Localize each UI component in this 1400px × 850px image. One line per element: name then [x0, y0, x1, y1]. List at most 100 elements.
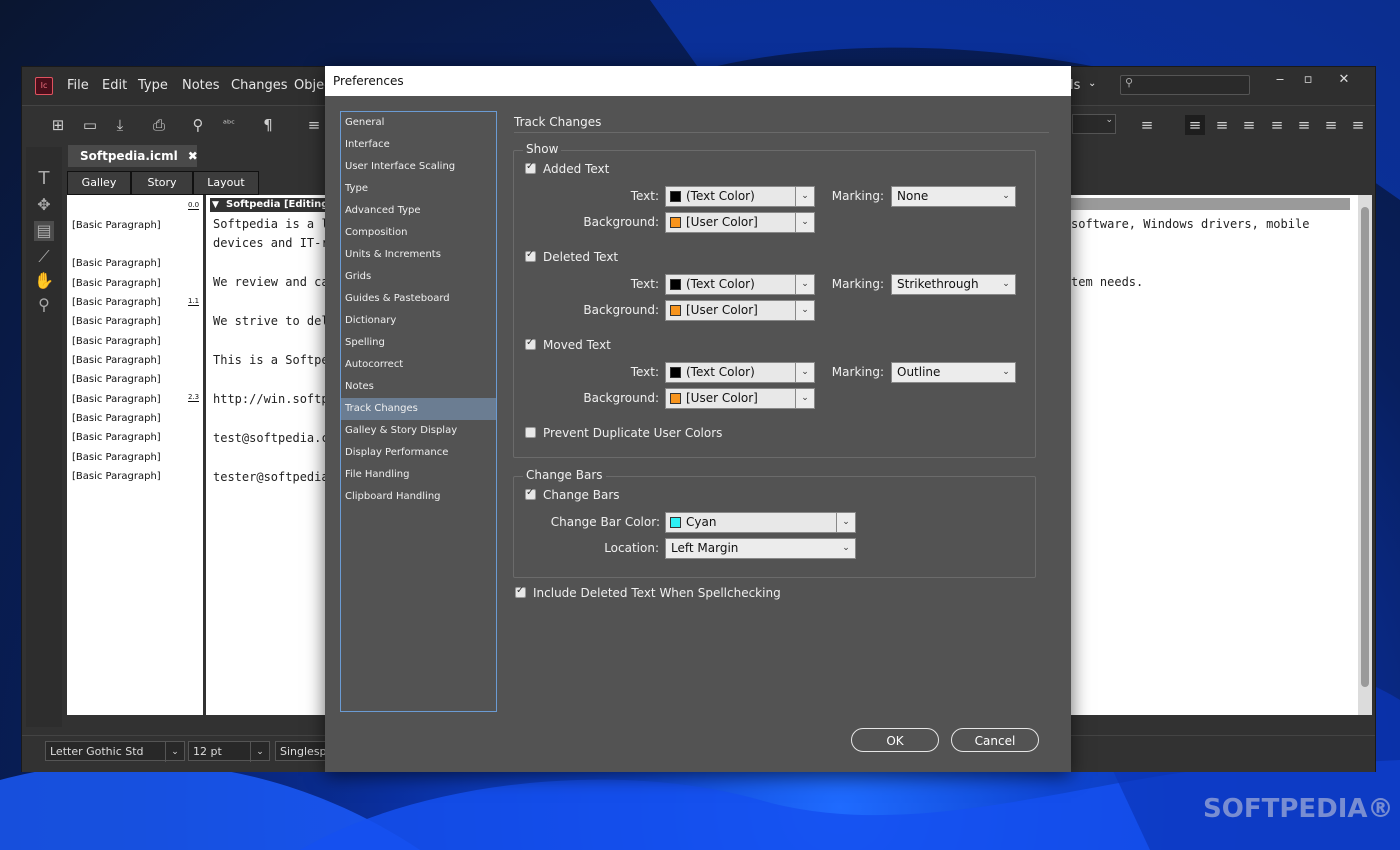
tab-story[interactable]: Story: [131, 171, 193, 195]
deleted-background-select[interactable]: [User Color] ⌄: [665, 300, 815, 321]
justify-all-icon[interactable]: ≡: [1348, 115, 1368, 135]
category-item[interactable]: Units & Increments: [341, 244, 496, 266]
print-icon[interactable]: ⎙: [149, 115, 169, 135]
category-item[interactable]: Dictionary: [341, 310, 496, 332]
type-tool-icon[interactable]: T: [34, 169, 54, 189]
style-label: [Basic Paragraph]: [72, 220, 161, 231]
menu-windows[interactable]: ls: [1070, 78, 1080, 93]
include-deleted-spellcheck-label: Include Deleted Text When Spellchecking: [533, 586, 781, 600]
justify-center-icon[interactable]: ≡: [1294, 115, 1314, 135]
open-icon[interactable]: ▭: [80, 115, 100, 135]
scrollbar-thumb[interactable]: [1361, 207, 1369, 687]
pilcrow-icon[interactable]: ¶: [258, 115, 278, 135]
spellcheck-icon[interactable]: ᵃᵇᶜ: [219, 115, 239, 135]
chevron-down-icon[interactable]: ⌄: [1088, 78, 1096, 89]
category-item[interactable]: Grids: [341, 266, 496, 288]
added-marking-label: Marking:: [831, 189, 884, 203]
category-item[interactable]: Interface: [341, 134, 496, 156]
category-item[interactable]: General: [341, 112, 496, 134]
close-window-button[interactable]: ✕: [1332, 71, 1356, 89]
ok-button[interactable]: OK: [851, 728, 939, 752]
prevent-duplicate-colors-checkbox[interactable]: [525, 427, 536, 438]
chevron-down-icon: ⌄: [997, 275, 1015, 294]
change-bar-location-select[interactable]: Left Margin ⌄: [665, 538, 856, 559]
collapse-triangle-icon[interactable]: ▼: [212, 198, 219, 212]
align-right-icon[interactable]: ≡: [1239, 115, 1259, 135]
menu-type[interactable]: Type: [138, 78, 168, 93]
search-input[interactable]: ⚲: [1120, 75, 1250, 95]
eyedropper-icon[interactable]: ⟋: [34, 247, 54, 267]
chevron-down-icon: ⌄: [795, 389, 814, 408]
added-marking-select[interactable]: None ⌄: [891, 186, 1016, 207]
menu-edit[interactable]: Edit: [102, 78, 127, 93]
document-tab[interactable]: Softpedia.icml ✖: [68, 145, 198, 167]
category-item[interactable]: Spelling: [341, 332, 496, 354]
change-bar-color-select[interactable]: Cyan ⌄: [665, 512, 856, 533]
category-item[interactable]: File Handling: [341, 464, 496, 486]
close-tab-icon[interactable]: ✖: [188, 149, 198, 163]
dialog-titlebar[interactable]: Preferences: [325, 66, 1071, 96]
hand-tool-icon[interactable]: ✋: [34, 271, 54, 291]
change-bar-color-label: Change Bar Color:: [550, 515, 660, 529]
find-icon[interactable]: ⚲: [188, 115, 208, 135]
added-text-color-select[interactable]: (Text Color) ⌄: [665, 186, 815, 207]
category-item[interactable]: Type: [341, 178, 496, 200]
moved-text-checkbox[interactable]: [525, 337, 536, 350]
category-item[interactable]: Galley & Story Display: [341, 420, 496, 442]
save-icon[interactable]: ⤓: [110, 115, 130, 135]
menu-changes[interactable]: Changes: [231, 78, 288, 93]
category-item[interactable]: Composition: [341, 222, 496, 244]
category-item[interactable]: Notes: [341, 376, 496, 398]
tab-layout[interactable]: Layout: [193, 171, 259, 195]
moved-background-select[interactable]: [User Color] ⌄: [665, 388, 815, 409]
added-background-select[interactable]: [User Color] ⌄: [665, 212, 815, 233]
style-label: [Basic Paragraph]: [72, 413, 161, 424]
zoom-tool-icon[interactable]: ⚲: [34, 295, 54, 315]
category-item[interactable]: Advanced Type: [341, 200, 496, 222]
category-item[interactable]: Guides & Pasteboard: [341, 288, 496, 310]
style-label: [Basic Paragraph]: [72, 394, 161, 405]
category-item[interactable]: User Interface Scaling: [341, 156, 496, 178]
app-logo-icon: Ic: [35, 77, 53, 95]
change-bars-group-title: Change Bars: [523, 468, 606, 482]
new-icon[interactable]: ⊞: [48, 115, 68, 135]
deleted-marking-select[interactable]: Strikethrough ⌄: [891, 274, 1016, 295]
story-line: We review and ca: [213, 275, 329, 289]
menu-notes[interactable]: Notes: [182, 78, 220, 93]
note-tool-icon[interactable]: ▤: [34, 221, 54, 241]
chevron-down-icon: ⌄: [836, 513, 855, 532]
tab-galley[interactable]: Galley: [67, 171, 131, 195]
moved-text-color-select[interactable]: (Text Color) ⌄: [665, 362, 815, 383]
cancel-button[interactable]: Cancel: [951, 728, 1039, 752]
chevron-down-icon: ⌄: [997, 187, 1015, 206]
align-center-icon[interactable]: ≡: [1212, 115, 1232, 135]
vertical-scrollbar[interactable]: [1358, 195, 1372, 715]
font-select[interactable]: Letter Gothic Std ⌄: [45, 741, 185, 762]
menu-file[interactable]: File: [67, 78, 89, 93]
document-tab-label: Softpedia.icml: [80, 149, 178, 163]
justify-left-icon[interactable]: ≡: [1267, 115, 1287, 135]
category-item[interactable]: Track Changes: [341, 398, 496, 420]
category-item[interactable]: Autocorrect: [341, 354, 496, 376]
align-left-icon[interactable]: ≡: [1185, 115, 1205, 135]
added-background-label: Background:: [583, 215, 659, 229]
style-select[interactable]: ⌄: [1072, 114, 1116, 134]
font-size-select[interactable]: 12 pt ⌄: [188, 741, 270, 762]
position-tool-icon[interactable]: ✥: [34, 195, 54, 215]
category-item[interactable]: Clipboard Handling: [341, 486, 496, 508]
include-deleted-spellcheck-checkbox[interactable]: [515, 585, 526, 598]
deleted-text-color-select[interactable]: (Text Color) ⌄: [665, 274, 815, 295]
minimize-button[interactable]: ‒: [1268, 71, 1292, 89]
category-item[interactable]: Display Performance: [341, 442, 496, 464]
added-text-checkbox[interactable]: [525, 161, 536, 174]
list-icon[interactable]: ≡: [1137, 115, 1157, 135]
chevron-down-icon: ⌄: [795, 213, 814, 232]
align-icon[interactable]: ≡: [304, 115, 324, 135]
color-swatch: [670, 367, 681, 378]
deleted-text-checkbox[interactable]: [525, 249, 536, 262]
justify-right-icon[interactable]: ≡: [1321, 115, 1341, 135]
story-line: Softpedia is a l: [213, 217, 329, 231]
maximize-button[interactable]: ▫: [1296, 71, 1320, 89]
change-bars-checkbox[interactable]: [525, 487, 536, 500]
moved-marking-select[interactable]: Outline ⌄: [891, 362, 1016, 383]
